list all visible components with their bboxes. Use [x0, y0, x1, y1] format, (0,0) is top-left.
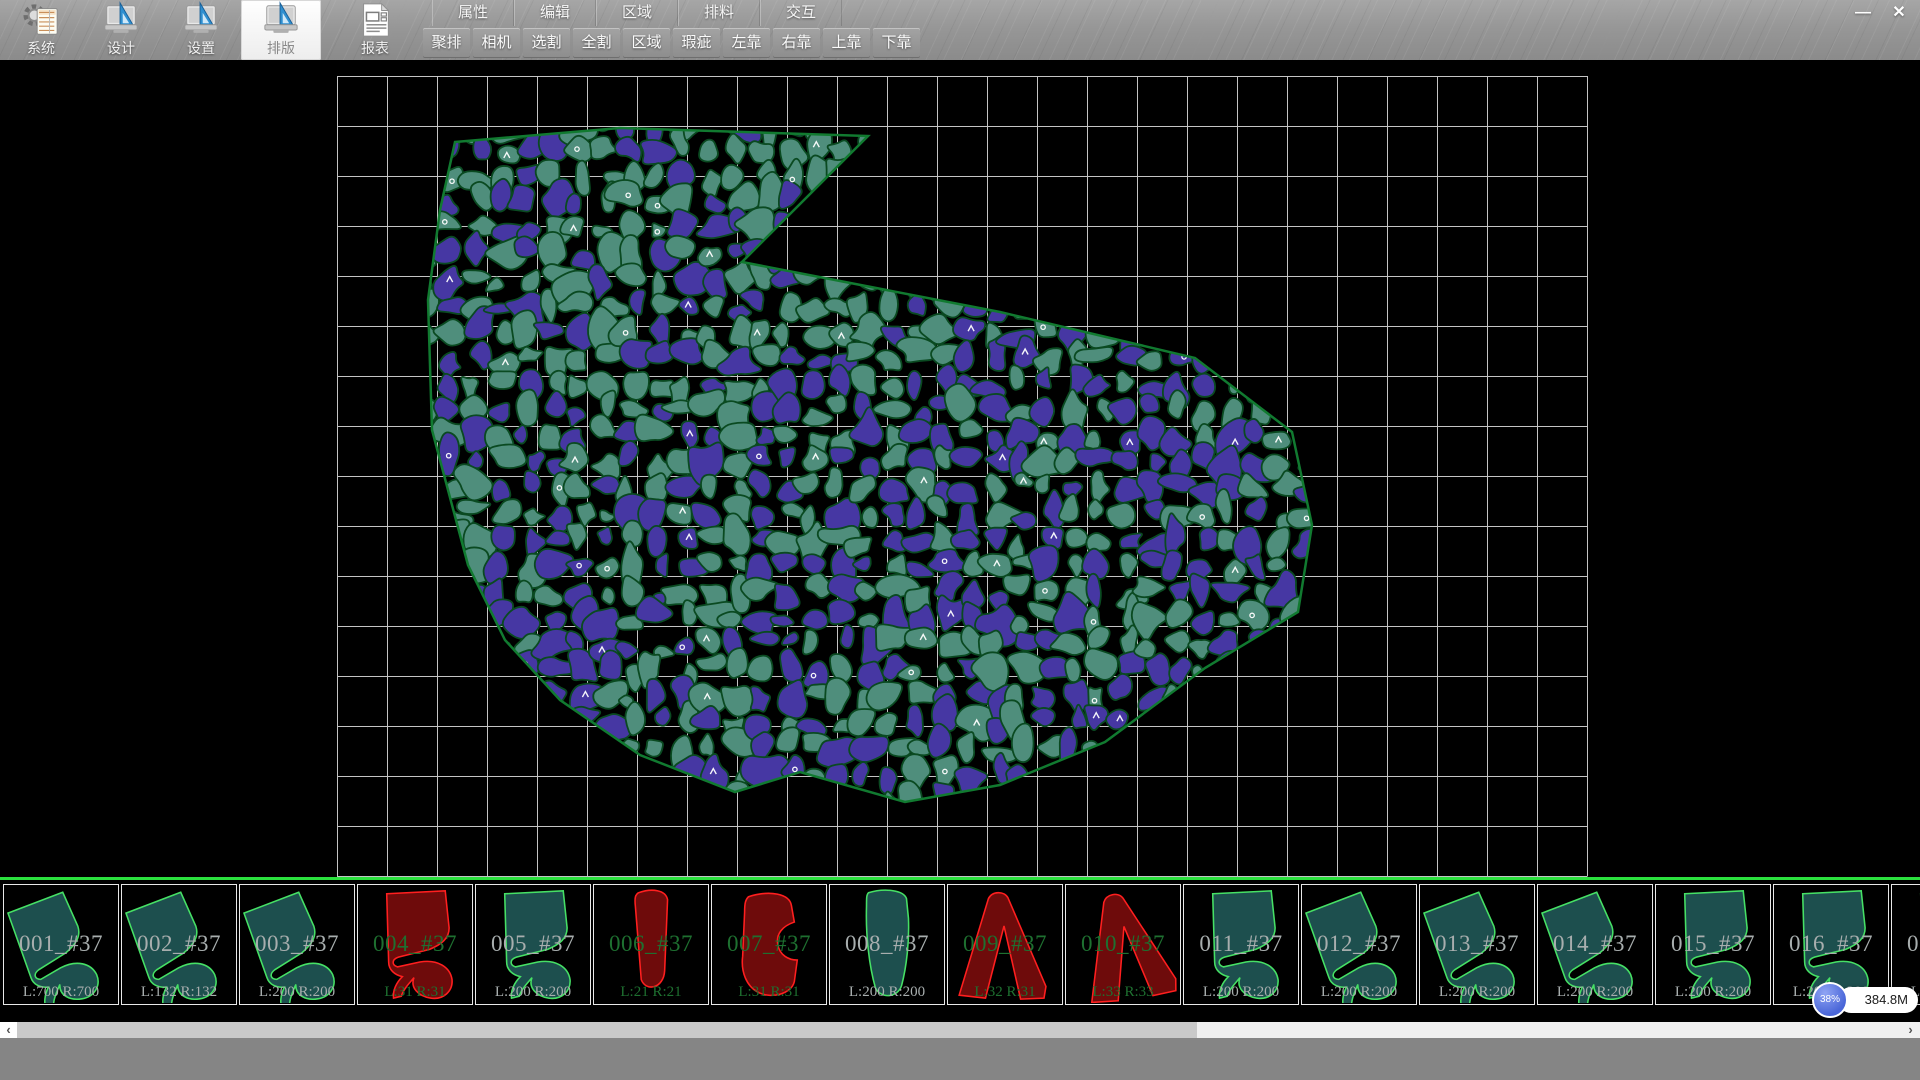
part-thumbnail-004_#37[interactable]: 004_#37 L:31 R:31	[357, 884, 473, 1005]
memory-pill: 384.8M	[1838, 987, 1918, 1013]
part-counts-label: L:200 R:200	[830, 984, 944, 1001]
part-counts-label: L:200 R:200	[1420, 984, 1534, 1001]
part-counts-label: L:200 R:200	[476, 984, 590, 1001]
report-button[interactable]: 报表	[335, 0, 415, 60]
progress-circle: 38%	[1812, 982, 1848, 1018]
part-id-label: 005_#37	[476, 931, 590, 957]
part-thumbnail-010_#37[interactable]: 010_#37 L:33 R:33	[1065, 884, 1181, 1005]
status-badge: 384.8M 38%	[1812, 982, 1918, 1018]
part-counts-label: L:31 R:31	[712, 984, 826, 1001]
menu-tab-region[interactable]: 区域	[596, 0, 678, 26]
part-id-label: 009_#37	[948, 931, 1062, 957]
tool-button-cluster-nest[interactable]: 聚排	[423, 28, 470, 58]
nesting-button-label: 排版	[267, 39, 295, 57]
design-button-label: 设计	[107, 39, 135, 57]
system-gear-icon	[22, 1, 60, 39]
tool-button-row: 聚排相机选割全割区域瑕疵左靠右靠上靠下靠	[423, 28, 923, 58]
part-counts-label: L:31 R:31	[358, 984, 472, 1001]
tool-button-snap-top[interactable]: 上靠	[823, 28, 870, 58]
part-thumbnail-014_#37[interactable]: 014_#37 L:200 R:200	[1537, 884, 1653, 1005]
part-id-label: 003_#37	[240, 931, 354, 957]
part-id-label: 015_#37	[1656, 931, 1770, 957]
nesting-ruler-icon	[262, 1, 300, 39]
part-id-label: 016_#37	[1774, 931, 1888, 957]
part-id-label: 014_#37	[1538, 931, 1652, 957]
part-thumbnail-012_#37[interactable]: 012_#37 L:200 R:200	[1301, 884, 1417, 1005]
system-button[interactable]: 系统	[1, 0, 81, 60]
part-id-label: 011_#37	[1184, 931, 1298, 957]
tool-button-cut-all[interactable]: 全割	[573, 28, 620, 58]
part-id-label: 008_#37	[830, 931, 944, 957]
part-thumbnail-001_#37[interactable]: 001_#37 L:700 R:700	[3, 884, 119, 1005]
scroll-left-arrow-icon[interactable]: ‹	[0, 1022, 17, 1038]
nesting-button[interactable]: 排版	[241, 0, 321, 60]
part-thumbnail-006_#37[interactable]: 006_#37 L:21 R:21	[593, 884, 709, 1005]
part-id-label: 004_#37	[358, 931, 472, 957]
report-button-label: 报表	[361, 39, 389, 57]
design-ruler-icon	[102, 1, 140, 39]
menu-tab-interact[interactable]: 交互	[760, 0, 842, 26]
status-bar	[0, 1038, 1920, 1080]
part-counts-label: L:700 R:700	[4, 984, 118, 1001]
part-counts-label: L:200 R:200	[240, 984, 354, 1001]
tool-button-snap-bottom[interactable]: 下靠	[873, 28, 920, 58]
part-id-label: 002_#37	[122, 931, 236, 957]
part-id-label: 006_#37	[594, 931, 708, 957]
tool-button-snap-right[interactable]: 右靠	[773, 28, 820, 58]
part-id-label: 017_#37	[1892, 931, 1920, 957]
window-controls: — ✕	[1848, 0, 1914, 26]
close-button[interactable]: ✕	[1884, 2, 1914, 24]
part-id-label: 007_#37	[712, 931, 826, 957]
part-counts-label: L:33 R:33	[1066, 984, 1180, 1001]
tool-button-select-cut[interactable]: 选割	[523, 28, 570, 58]
part-id-label: 010_#37	[1066, 931, 1180, 957]
part-counts-label: L:32 R:31	[948, 984, 1062, 1001]
part-counts-label: L:132 R:132	[122, 984, 236, 1001]
report-doc-icon	[356, 1, 394, 39]
tool-button-region[interactable]: 区域	[623, 28, 670, 58]
menu-tab-nest[interactable]: 排料	[678, 0, 760, 26]
part-counts-label: L:21 R:21	[594, 984, 708, 1001]
tool-button-defect[interactable]: 瑕疵	[673, 28, 720, 58]
part-thumbnail-011_#37[interactable]: 011_#37 L:200 R:200	[1183, 884, 1299, 1005]
part-thumbnail-002_#37[interactable]: 002_#37 L:132 R:132	[121, 884, 237, 1005]
part-thumbnail-009_#37[interactable]: 009_#37 L:32 R:31	[947, 884, 1063, 1005]
part-thumbnail-015_#37[interactable]: 015_#37 L:200 R:200	[1655, 884, 1771, 1005]
design-button[interactable]: 设计	[81, 0, 161, 60]
tool-button-snap-left[interactable]: 左靠	[723, 28, 770, 58]
tool-button-camera[interactable]: 相机	[473, 28, 520, 58]
top-toolbar: 系统设计设置排版报表 属性编辑区域排料交互 聚排相机选割全割区域瑕疵左靠右靠上靠…	[0, 0, 1920, 60]
system-button-label: 系统	[27, 39, 55, 57]
part-thumbnail-007_#37[interactable]: 007_#37 L:31 R:31	[711, 884, 827, 1005]
horizontal-scrollbar[interactable]: ‹ ›	[0, 1022, 1920, 1038]
menu-tab-edit[interactable]: 编辑	[514, 0, 596, 26]
nesting-canvas[interactable]	[0, 60, 1920, 877]
settings-button[interactable]: 设置	[161, 0, 241, 60]
part-counts-label: L:200 R:200	[1656, 984, 1770, 1001]
main-toolbar-buttons: 系统 设计 设置 排版 报表	[1, 0, 415, 60]
part-id-label: 001_#37	[4, 931, 118, 957]
part-counts-label: L:200 R:200	[1302, 984, 1416, 1001]
part-counts-label: L:200 R:200	[1538, 984, 1652, 1001]
minimize-button[interactable]: —	[1848, 2, 1878, 24]
part-thumbnail-008_#37[interactable]: 008_#37 L:200 R:200	[829, 884, 945, 1005]
scroll-right-arrow-icon[interactable]: ›	[1902, 1022, 1919, 1038]
part-thumbnail-005_#37[interactable]: 005_#37 L:200 R:200	[475, 884, 591, 1005]
parts-strip: 001_#37L:700 R:700002_#37L:132 R:132003_…	[0, 880, 1920, 1022]
settings-button-label: 设置	[187, 39, 215, 57]
settings-ruler-icon	[182, 1, 220, 39]
menu-tab-row: 属性编辑区域排料交互	[432, 0, 842, 26]
part-thumbnail-003_#37[interactable]: 003_#37 L:200 R:200	[239, 884, 355, 1005]
part-counts-label: L:200 R:200	[1184, 984, 1298, 1001]
part-id-label: 012_#37	[1302, 931, 1416, 957]
part-id-label: 013_#37	[1420, 931, 1534, 957]
part-thumbnail-013_#37[interactable]: 013_#37 L:200 R:200	[1419, 884, 1535, 1005]
menu-tab-properties[interactable]: 属性	[432, 0, 514, 26]
scrollbar-thumb[interactable]	[17, 1022, 1197, 1038]
